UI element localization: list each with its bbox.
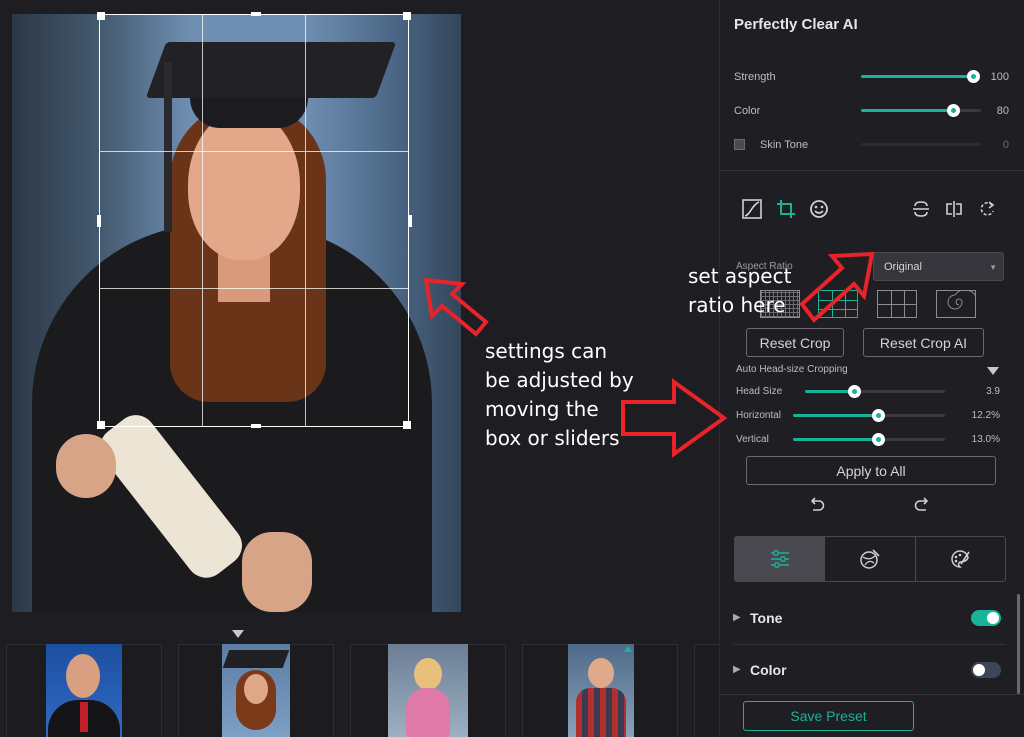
note-line: set aspect: [688, 264, 792, 288]
panel-tabs: [734, 536, 1006, 582]
panel-scrollbar[interactable]: [1017, 594, 1020, 694]
redo-icon[interactable]: [914, 497, 930, 513]
crop-handle-top[interactable]: [251, 12, 261, 16]
crop-grid-line: [202, 15, 203, 426]
skin-tone-value: 0: [1002, 139, 1009, 151]
skin-tone-slider[interactable]: [861, 143, 981, 146]
skin-tone-checkbox[interactable]: [734, 139, 745, 150]
note-line: box or sliders: [485, 426, 620, 450]
face-icon[interactable]: [809, 199, 829, 219]
horizontal-slider-knob[interactable]: [872, 409, 885, 422]
panel-divider: [720, 170, 1024, 171]
panel-title: Perfectly Clear AI: [734, 16, 858, 33]
head-size-slider[interactable]: [805, 385, 945, 398]
note-line: ratio here: [688, 293, 786, 317]
crop-handle-left[interactable]: [97, 215, 101, 227]
color-slider-knob[interactable]: [947, 104, 960, 117]
reset-crop-button[interactable]: Reset Crop: [746, 328, 844, 357]
crop-handle-right[interactable]: [408, 215, 412, 227]
skin-tone-label: Skin Tone: [760, 139, 809, 151]
crop-handle-top-left[interactable]: [97, 12, 105, 20]
crop-box[interactable]: [97, 12, 412, 429]
flip-icon[interactable]: [945, 200, 963, 218]
horizontal-label: Horizontal: [736, 410, 782, 421]
thumbnail-girl[interactable]: [388, 644, 468, 737]
apply-to-all-button[interactable]: Apply to All: [746, 456, 996, 485]
crop-handle-bottom-right[interactable]: [403, 421, 411, 429]
auto-head-label: Auto Head-size Cropping: [736, 364, 848, 375]
thumbnail-boy-plaid[interactable]: [568, 644, 634, 737]
crop-handle-top-right[interactable]: [403, 12, 411, 20]
tone-toggle[interactable]: [971, 610, 1001, 626]
undo-icon[interactable]: [809, 497, 825, 513]
aspect-ratio-note: set aspect ratio here: [688, 262, 791, 320]
adjustments-tab[interactable]: [735, 537, 826, 581]
crop-handle-bottom-left[interactable]: [97, 421, 105, 429]
crop-grid-line: [100, 151, 408, 152]
color-slider[interactable]: [861, 104, 981, 117]
straighten-icon[interactable]: [912, 200, 930, 218]
strength-slider-knob[interactable]: [967, 70, 980, 83]
crop-grid-line: [305, 15, 306, 426]
settings-note: settings can be adjusted by moving the b…: [485, 337, 634, 453]
looks-tab[interactable]: [916, 537, 1005, 581]
color-toggle[interactable]: [971, 662, 1001, 678]
filmstrip-collapse-icon[interactable]: [232, 630, 244, 638]
head-size-slider-knob[interactable]: [848, 385, 861, 398]
note-line: moving the: [485, 397, 599, 421]
crop-handle-bottom[interactable]: [251, 424, 261, 428]
section-divider: [734, 644, 1006, 645]
note-line: settings can: [485, 339, 608, 363]
thumbnail-boy-suit[interactable]: [46, 644, 122, 737]
color-section-label: Color: [750, 662, 787, 678]
grid-simple-overlay-button[interactable]: [877, 290, 917, 318]
vertical-label: Vertical: [736, 434, 769, 445]
horizontal-value: 12.2%: [971, 410, 1000, 421]
horizontal-slider[interactable]: [793, 409, 945, 422]
right-hand-shape: [242, 532, 312, 612]
vertical-slider[interactable]: [793, 433, 945, 446]
annotation-arrow-to-sliders: [621, 378, 728, 458]
vertical-slider-knob[interactable]: [872, 433, 885, 446]
auto-head-collapse-icon[interactable]: [987, 367, 999, 375]
head-size-value: 3.9: [986, 386, 1000, 397]
strength-slider[interactable]: [861, 70, 980, 83]
color-label: Color: [734, 105, 761, 117]
sliders-icon: [770, 549, 789, 569]
left-hand-shape: [56, 434, 116, 498]
color-section-header[interactable]: ▶ Color: [720, 650, 1024, 690]
annotation-arrow-to-aspect: [799, 251, 875, 323]
note-line: be adjusted by: [485, 368, 634, 392]
aspect-ratio-value: Original: [884, 261, 922, 273]
effects-tab[interactable]: [825, 537, 916, 581]
curves-icon[interactable]: [742, 199, 762, 219]
tone-section-label: Tone: [750, 610, 783, 626]
crop-icon[interactable]: [776, 199, 796, 219]
vertical-value: 13.0%: [971, 434, 1000, 445]
expand-triangle-icon: ▶: [733, 664, 741, 675]
tone-section-header[interactable]: ▶ Tone: [720, 598, 1024, 638]
strength-label: Strength: [734, 71, 776, 83]
adjustments-panel: Perfectly Clear AI Strength 100 Color 80…: [719, 0, 1024, 737]
expand-triangle-icon: ▶: [733, 612, 741, 623]
panel-divider: [720, 694, 1024, 695]
golden-spiral-overlay-button[interactable]: [936, 290, 976, 318]
head-size-label: Head Size: [736, 386, 783, 397]
palette-icon: [951, 550, 970, 568]
magic-globe-icon: [860, 549, 880, 569]
thumbnail-graduate[interactable]: [222, 644, 290, 737]
rotate-icon[interactable]: [978, 200, 996, 218]
color-value: 80: [996, 105, 1009, 117]
reset-crop-ai-button[interactable]: Reset Crop AI: [863, 328, 984, 357]
strength-value: 100: [990, 71, 1009, 83]
crop-grid-line: [100, 288, 408, 289]
aspect-ratio-select[interactable]: Original ▼: [873, 252, 1004, 281]
chevron-down-icon: ▼: [989, 263, 997, 272]
annotation-arrow-to-crop: [423, 277, 489, 337]
save-preset-button[interactable]: Save Preset: [743, 701, 914, 731]
